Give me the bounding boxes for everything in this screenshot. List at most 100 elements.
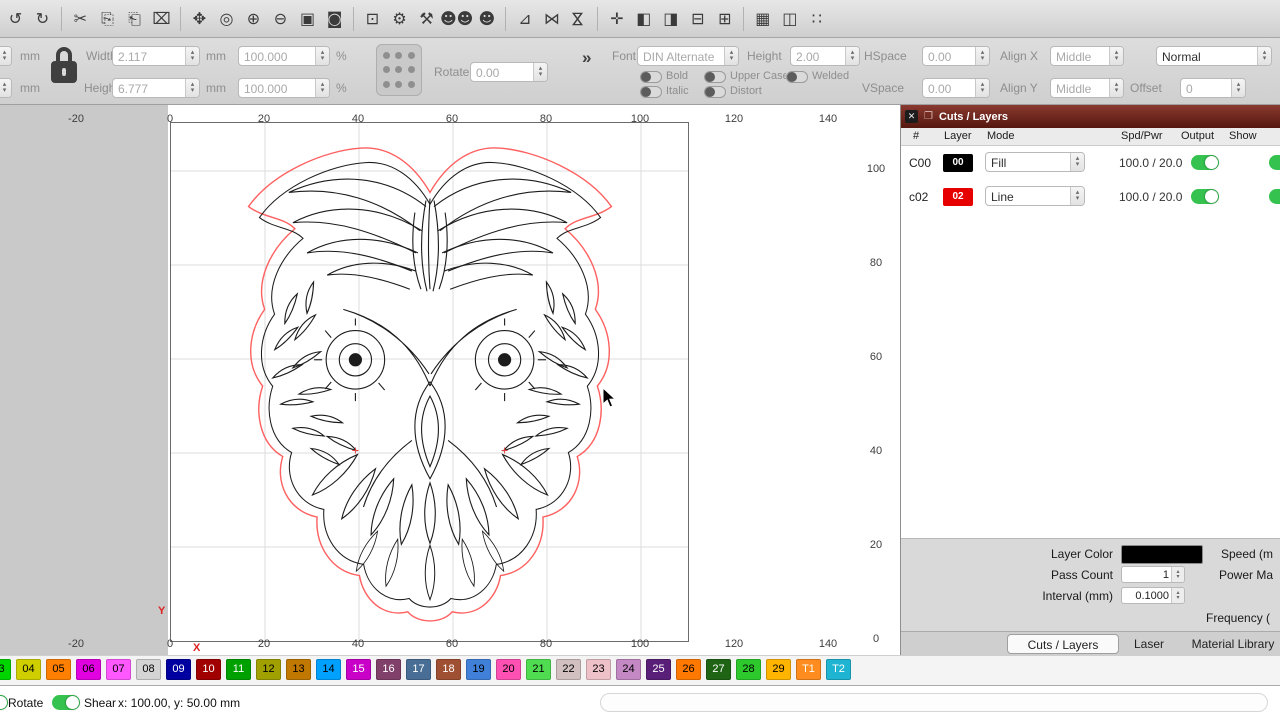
layer-color-swatch[interactable]: 00 bbox=[943, 154, 973, 172]
align-y-dropdown[interactable]: Middle bbox=[1050, 78, 1124, 98]
palette-swatch-11[interactable]: 11 bbox=[226, 659, 251, 680]
palette-swatch-28[interactable]: 28 bbox=[736, 659, 761, 680]
palette-swatch-21[interactable]: 21 bbox=[526, 659, 551, 680]
palette-swatch-29[interactable]: 29 bbox=[766, 659, 791, 680]
palette-swatch-05[interactable]: 05 bbox=[46, 659, 71, 680]
layer-row[interactable]: C00 00 Fill 100.0 / 20.0 bbox=[901, 147, 1280, 179]
interval-field[interactable]: 0.1000 bbox=[1121, 587, 1185, 604]
palette-swatch-12[interactable]: 12 bbox=[256, 659, 281, 680]
palette-swatch-10[interactable]: 10 bbox=[196, 659, 221, 680]
palette-swatch-26[interactable]: 26 bbox=[676, 659, 701, 680]
palette-swatch-09[interactable]: 09 bbox=[166, 659, 191, 680]
distort-toggle[interactable] bbox=[704, 86, 726, 98]
frame-icon[interactable]: ▣ bbox=[294, 4, 321, 34]
settings-gear-icon[interactable]: ⚙ bbox=[386, 4, 413, 34]
palette-swatch-19[interactable]: 19 bbox=[466, 659, 491, 680]
align-right-icon[interactable]: ◨ bbox=[657, 4, 684, 34]
zoom-selection-icon[interactable]: ◎ bbox=[213, 4, 240, 34]
lock-aspect-icon[interactable] bbox=[48, 46, 80, 94]
upper-case-toggle[interactable] bbox=[704, 71, 726, 83]
palette-swatch-18[interactable]: 18 bbox=[436, 659, 461, 680]
palette-swatch-04[interactable]: 04 bbox=[16, 659, 41, 680]
arrange-grid-icon[interactable]: ▦ bbox=[749, 4, 776, 34]
layer-color-button[interactable] bbox=[1121, 545, 1203, 564]
redo-icon[interactable]: ↻ bbox=[29, 4, 56, 34]
dock-layout-icon[interactable]: ∷ bbox=[803, 4, 830, 34]
owl-design[interactable] bbox=[228, 138, 632, 634]
pass-count-field[interactable]: 1 bbox=[1121, 566, 1185, 583]
width-scale-field[interactable]: 100.000 bbox=[238, 46, 330, 66]
mode-dropdown[interactable]: Fill bbox=[985, 152, 1085, 172]
palette-swatch-07[interactable]: 07 bbox=[106, 659, 131, 680]
palette-swatch-22[interactable]: 22 bbox=[556, 659, 581, 680]
user-icon[interactable]: ☻ bbox=[473, 4, 500, 34]
layer-color-swatch[interactable]: 02 bbox=[943, 188, 973, 206]
close-icon[interactable]: ✕ bbox=[905, 110, 918, 123]
height-field[interactable]: 6.777 bbox=[112, 78, 200, 98]
x-position-field[interactable] bbox=[0, 46, 12, 66]
rotate-field[interactable]: 0.00 bbox=[470, 62, 548, 82]
bold-toggle[interactable] bbox=[640, 71, 662, 83]
palette-swatch-13[interactable]: 13 bbox=[286, 659, 311, 680]
copy-icon[interactable]: ⎘ bbox=[94, 4, 121, 34]
offset-field[interactable]: 0 bbox=[1180, 78, 1246, 98]
welded-toggle[interactable] bbox=[786, 71, 808, 83]
palette-swatch-16[interactable]: 16 bbox=[376, 659, 401, 680]
tab-cuts-layers[interactable]: Cuts / Layers bbox=[1007, 634, 1119, 654]
users-icon[interactable]: ☻☻ bbox=[440, 4, 473, 34]
palette-swatch-14[interactable]: 14 bbox=[316, 659, 341, 680]
zoom-out-icon[interactable]: ⊖ bbox=[267, 4, 294, 34]
align-x-dropdown[interactable]: Middle bbox=[1050, 46, 1124, 66]
palette-swatch-06[interactable]: 06 bbox=[76, 659, 101, 680]
mirror-vertical-icon[interactable]: ⋈ bbox=[564, 5, 594, 32]
palette-swatch-03[interactable]: 03 bbox=[0, 659, 11, 680]
palette-swatch-25[interactable]: 25 bbox=[646, 659, 671, 680]
mode-dropdown[interactable]: Line bbox=[985, 186, 1085, 206]
output-toggle[interactable] bbox=[1191, 189, 1219, 204]
canvas-workspace[interactable]: -20020406080100120140-200204060801001201… bbox=[0, 105, 900, 655]
shape-tool-icon[interactable]: ⊿ bbox=[511, 4, 538, 34]
hspace-field[interactable]: 0.00 bbox=[922, 46, 990, 66]
palette-swatch-23[interactable]: 23 bbox=[586, 659, 611, 680]
camera-icon[interactable]: ◙ bbox=[321, 4, 348, 34]
move-icon[interactable]: ✥ bbox=[186, 4, 213, 34]
machine-tools-icon[interactable]: ⚒ bbox=[413, 4, 440, 34]
clipped-toggle[interactable] bbox=[0, 695, 8, 710]
distribute-v-icon[interactable]: ⊞ bbox=[711, 4, 738, 34]
weld-mode-dropdown[interactable]: Normal bbox=[1156, 46, 1272, 66]
width-field[interactable]: 2.117 bbox=[112, 46, 200, 66]
layer-row[interactable]: c02 02 Line 100.0 / 20.0 bbox=[901, 181, 1280, 213]
palette-swatch-T1[interactable]: T1 bbox=[796, 659, 821, 680]
vspace-field[interactable]: 0.00 bbox=[922, 78, 990, 98]
zoom-in-icon[interactable]: ⊕ bbox=[240, 4, 267, 34]
delete-icon[interactable]: ⌧ bbox=[148, 4, 175, 34]
palette-swatch-24[interactable]: 24 bbox=[616, 659, 641, 680]
palette-swatch-15[interactable]: 15 bbox=[346, 659, 371, 680]
align-left-icon[interactable]: ◧ bbox=[630, 4, 657, 34]
shear-toggle[interactable] bbox=[52, 695, 80, 710]
undo-icon[interactable]: ↺ bbox=[2, 4, 29, 34]
arrange-columns-icon[interactable]: ◫ bbox=[776, 4, 803, 34]
monitor-icon[interactable]: ⊡ bbox=[359, 4, 386, 34]
show-toggle[interactable] bbox=[1269, 155, 1280, 170]
tab-laser[interactable]: Laser bbox=[1125, 634, 1173, 654]
output-toggle[interactable] bbox=[1191, 155, 1219, 170]
cut-icon[interactable]: ✂ bbox=[67, 4, 94, 34]
height-scale-field[interactable]: 100.000 bbox=[238, 78, 330, 98]
show-toggle[interactable] bbox=[1269, 189, 1280, 204]
align-center-icon[interactable]: ✛ bbox=[603, 4, 630, 34]
distribute-h-icon[interactable]: ⊟ bbox=[684, 4, 711, 34]
panel-titlebar[interactable]: ✕ ❐ Cuts / Layers bbox=[901, 105, 1280, 128]
toolbar-expander[interactable]: » bbox=[582, 48, 591, 68]
palette-swatch-T2[interactable]: T2 bbox=[826, 659, 851, 680]
font-dropdown[interactable]: DIN Alternate bbox=[637, 46, 739, 66]
palette-swatch-27[interactable]: 27 bbox=[706, 659, 731, 680]
italic-toggle[interactable] bbox=[640, 86, 662, 98]
tab-material-library[interactable]: Material Library bbox=[1177, 634, 1280, 654]
anchor-grid[interactable] bbox=[376, 44, 422, 96]
palette-swatch-08[interactable]: 08 bbox=[136, 659, 161, 680]
palette-swatch-20[interactable]: 20 bbox=[496, 659, 521, 680]
y-position-field[interactable] bbox=[0, 78, 12, 98]
palette-swatch-17[interactable]: 17 bbox=[406, 659, 431, 680]
font-height-field[interactable]: 2.00 bbox=[790, 46, 860, 66]
